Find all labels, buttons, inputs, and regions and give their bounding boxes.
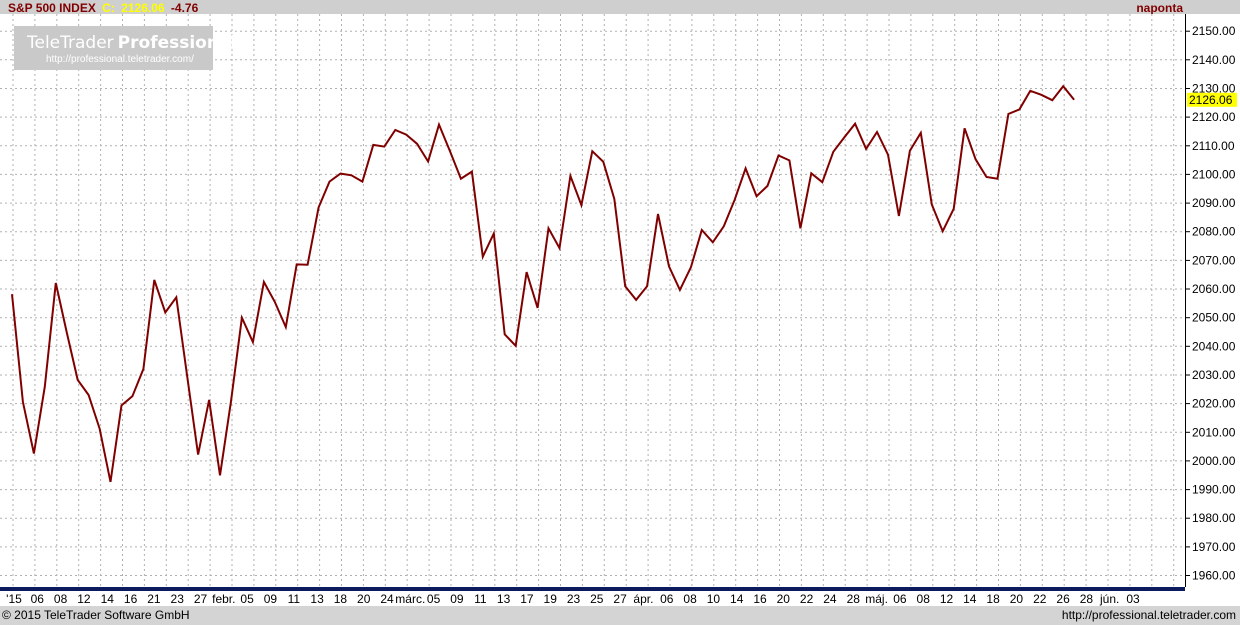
x-tick-label: jún. <box>1099 592 1119 606</box>
x-tick-label: 09 <box>264 592 278 606</box>
x-tick-label: 06 <box>660 592 674 606</box>
x-tick-label: 26 <box>1056 592 1070 606</box>
y-tick-label: 2110.00 <box>1192 139 1235 153</box>
x-tick-label: 22 <box>1033 592 1047 606</box>
y-tick-label: 2090.00 <box>1192 196 1236 210</box>
x-tick-label: 08 <box>917 592 931 606</box>
y-tick-label: 1990.00 <box>1192 483 1236 497</box>
x-tick-label: 17 <box>520 592 534 606</box>
x-tick-label: 09 <box>450 592 464 606</box>
y-tick-label: 2000.00 <box>1192 454 1236 468</box>
y-tick-label: 2140.00 <box>1192 53 1236 67</box>
x-tick-label: 27 <box>194 592 208 606</box>
x-tick-label: 05 <box>427 592 441 606</box>
current-value-marker: 2126.06 <box>1187 92 1237 107</box>
x-tick-label: 03 <box>1126 592 1140 606</box>
y-tick-label: 1980.00 <box>1192 511 1236 525</box>
y-tick-label: 2010.00 <box>1192 425 1236 439</box>
x-tick-label: 10 <box>707 592 721 606</box>
change-value: -4.76 <box>171 1 199 15</box>
x-tick-label: 11 <box>288 592 301 606</box>
chart-header: S&P 500 INDEX C: 2126.06 -4.76 <box>8 1 199 15</box>
x-tick-label: 16 <box>124 592 138 606</box>
y-tick-label: 2080.00 <box>1192 225 1236 239</box>
x-tick-label: febr. <box>212 592 235 606</box>
x-tick-label: 14 <box>963 592 977 606</box>
x-tick-label: 20 <box>357 592 371 606</box>
x-tick-label: 18 <box>986 592 1000 606</box>
x-tick-label: 08 <box>683 592 697 606</box>
x-tick-label: 20 <box>777 592 791 606</box>
y-tick-label: 2030.00 <box>1192 368 1236 382</box>
x-tick-label: 14 <box>730 592 744 606</box>
x-tick-label: '15 <box>6 592 22 606</box>
y-tick-label: 2150.00 <box>1192 24 1236 38</box>
x-tick-label: 13 <box>310 592 324 606</box>
x-tick-label: máj. <box>865 592 888 606</box>
current-value-label: 2126.06 <box>1189 93 1233 107</box>
x-tick-label: 16 <box>753 592 767 606</box>
x-tick-label: 08 <box>54 592 68 606</box>
y-tick-label: 2060.00 <box>1192 282 1236 296</box>
x-tick-label: 23 <box>567 592 581 606</box>
price-chart: S&P 500 INDEX C: 2126.06 -4.76 naponta T… <box>0 0 1240 625</box>
x-tick-label: 14 <box>101 592 115 606</box>
close-value: 2126.06 <box>121 1 165 15</box>
x-tick-label: 18 <box>334 592 348 606</box>
y-tick-label: 1970.00 <box>1192 540 1236 554</box>
x-tick-label: 28 <box>1080 592 1094 606</box>
y-tick-label: 2020.00 <box>1192 397 1236 411</box>
x-tick-label: 19 <box>544 592 558 606</box>
x-tick-label: 13 <box>497 592 511 606</box>
y-tick-label: 2050.00 <box>1192 311 1236 325</box>
y-tick-label: 2070.00 <box>1192 253 1236 267</box>
watermark-brand-light: TeleTrader <box>26 33 114 53</box>
footer-copyright: © 2015 TeleTrader Software GmbH <box>2 608 190 622</box>
x-tick-label: 05 <box>240 592 254 606</box>
x-tick-label: 27 <box>613 592 627 606</box>
x-tick-label: 21 <box>147 592 161 606</box>
watermark-url: http://professional.teletrader.com/ <box>46 54 194 65</box>
x-tick-label: 06 <box>893 592 907 606</box>
x-tick-label: ápr. <box>633 592 653 606</box>
x-axis-ticks: '15 06 08 12 14 16 21 23 27 febr. 05 09 11 13 18 20 24 má… <box>6 592 1140 606</box>
close-label: C: <box>102 1 115 15</box>
x-tick-label: 06 <box>31 592 45 606</box>
y-tick-label: 2040.00 <box>1192 339 1236 353</box>
x-tick-label: márc. <box>395 592 425 606</box>
x-tick-label: 24 <box>380 592 394 606</box>
x-tick-label: 12 <box>940 592 954 606</box>
x-tick-label: 22 <box>800 592 814 606</box>
x-tick-label: 25 <box>590 592 604 606</box>
x-tick-label: 11 <box>474 592 487 606</box>
teletrader-watermark: TeleTrader Professional http://profession… <box>14 26 236 70</box>
watermark-brand: TeleTrader Professional <box>26 33 236 53</box>
watermark-brand-bold: Professional <box>118 33 237 53</box>
x-axis-bar <box>0 587 1185 591</box>
x-tick-label: 20 <box>1010 592 1024 606</box>
x-tick-label: 24 <box>823 592 837 606</box>
footer-url: http://professional.teletrader.com <box>1062 608 1236 622</box>
x-tick-label: 28 <box>847 592 861 606</box>
period-label: naponta <box>1136 1 1183 15</box>
y-tick-label: 1960.00 <box>1192 569 1236 583</box>
x-tick-label: 23 <box>171 592 185 606</box>
instrument-name: S&P 500 INDEX <box>8 1 96 15</box>
x-tick-label: 12 <box>77 592 91 606</box>
y-tick-label: 2100.00 <box>1192 167 1236 181</box>
y-tick-label: 2120.00 <box>1192 110 1236 124</box>
